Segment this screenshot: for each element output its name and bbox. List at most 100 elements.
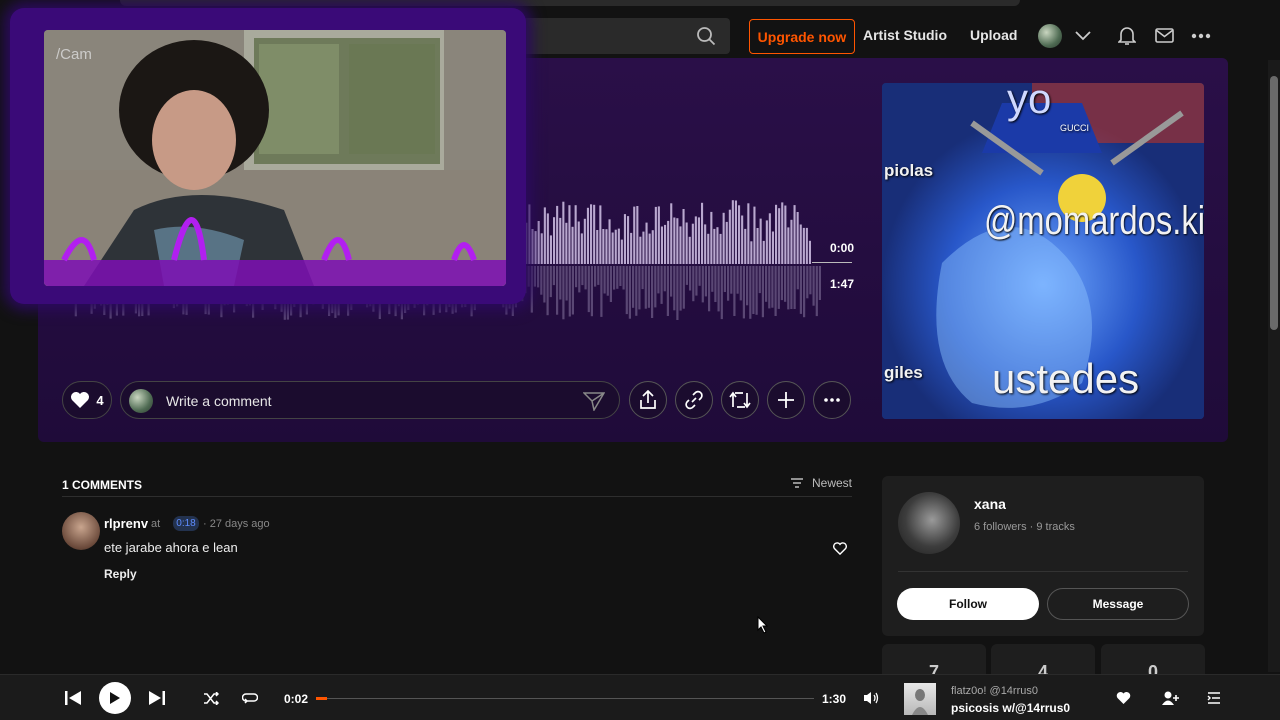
artist-avatar[interactable]: [898, 492, 960, 554]
shuffle-icon[interactable]: [203, 692, 219, 705]
waveform-bar: [725, 221, 728, 264]
share-button[interactable]: [629, 381, 667, 419]
comment-input[interactable]: Write a comment: [120, 381, 620, 419]
waveform-bar: [704, 266, 707, 297]
waveform-bar: [670, 203, 673, 264]
follow-button[interactable]: Follow: [897, 588, 1039, 620]
duration-label: 1:47: [830, 277, 855, 291]
waveform-bar: [765, 220, 768, 264]
waveform-bar: [603, 266, 606, 294]
next-icon[interactable]: [148, 690, 166, 706]
heart-icon[interactable]: [833, 542, 847, 555]
waveform-bar: [771, 266, 774, 308]
sort-dropdown[interactable]: Newest: [790, 476, 852, 490]
waveform-bar: [632, 266, 635, 308]
reply-button[interactable]: Reply: [104, 567, 137, 581]
waveform-bar: [759, 218, 762, 264]
waveform-bar: [599, 205, 602, 264]
waveform-bar: [565, 266, 568, 301]
artist-studio-link[interactable]: Artist Studio: [863, 27, 947, 43]
waveform-bar: [602, 229, 605, 264]
previous-icon[interactable]: [64, 690, 82, 706]
player-progress-track[interactable]: [316, 697, 814, 700]
waveform-bar: [697, 217, 700, 264]
commenter-username[interactable]: rlprenv: [104, 516, 148, 531]
waveform-bar: [701, 266, 704, 303]
waveform-bar: [682, 266, 685, 309]
waveform-bar: [614, 229, 617, 264]
waveform-bar: [613, 266, 616, 290]
send-icon[interactable]: [583, 391, 605, 411]
like-button[interactable]: 4: [62, 381, 112, 419]
more-actions-button[interactable]: [813, 381, 851, 419]
copy-link-button[interactable]: [675, 381, 713, 419]
waveform-bar: [575, 266, 578, 288]
waveform-bar: [645, 222, 648, 264]
waveform-bar: [790, 219, 793, 264]
now-playing-artist[interactable]: flatz0o! @14rrus0: [951, 685, 1038, 697]
waveform-bar: [625, 266, 628, 315]
message-button[interactable]: Message: [1047, 588, 1189, 620]
waveform-bar: [667, 220, 670, 264]
follow-user-icon[interactable]: [1161, 690, 1179, 706]
webcam-overlay: /Cam: [10, 8, 526, 304]
webcam-video: [44, 30, 506, 286]
commenter-avatar[interactable]: [62, 512, 100, 550]
add-to-playlist-button[interactable]: [767, 381, 805, 419]
waveform-upper[interactable]: [516, 200, 816, 264]
more-icon[interactable]: [1191, 33, 1211, 39]
chevron-down-icon[interactable]: [1075, 30, 1091, 42]
play-button[interactable]: [99, 682, 131, 714]
waveform-bar: [596, 230, 599, 264]
waveform-bar: [723, 266, 726, 292]
waveform-bar: [552, 266, 555, 286]
waveform-bar: [549, 266, 552, 298]
waveform-bar: [540, 266, 543, 295]
page-scrollbar[interactable]: [1268, 60, 1280, 672]
waveform-bar: [647, 266, 650, 308]
waveform-bar: [790, 266, 793, 309]
track-artwork[interactable]: yo GUCCI piolas @momardos.kinoto giles u…: [882, 83, 1204, 419]
waveform-bar: [664, 224, 667, 264]
profile-divider: [898, 571, 1188, 572]
artist-name[interactable]: xana: [974, 496, 1006, 512]
repost-button[interactable]: [721, 381, 759, 419]
waveform-bar: [784, 266, 787, 302]
waveform-bar: [692, 266, 695, 302]
waveform-bar: [695, 266, 698, 296]
comment-timestamp-badge[interactable]: 0:18: [173, 516, 199, 531]
repeat-icon[interactable]: [242, 692, 258, 705]
waveform-bar: [787, 266, 790, 310]
search-icon[interactable]: [696, 26, 716, 46]
waveform-bar: [597, 266, 600, 285]
volume-icon[interactable]: [863, 691, 879, 705]
now-playing-artwork[interactable]: [904, 683, 936, 715]
waveform-bar: [799, 266, 802, 314]
artwork-word-piolas: piolas: [884, 161, 934, 180]
waveform-bar: [578, 266, 581, 293]
waveform-bar: [531, 229, 534, 264]
waveform-bar: [808, 240, 811, 264]
user-avatar[interactable]: [1038, 24, 1062, 48]
mail-icon[interactable]: [1155, 28, 1174, 43]
waveform-bar: [708, 266, 711, 312]
share-icon: [640, 390, 656, 409]
waveform-bar: [593, 204, 596, 264]
player-progress-fill: [316, 697, 327, 700]
waveform-bar: [768, 213, 771, 264]
waveform-bar: [577, 221, 580, 264]
bell-icon[interactable]: [1118, 26, 1136, 46]
waveform-bar: [682, 209, 685, 264]
waveform-bar: [590, 204, 593, 264]
waveform-bar: [657, 266, 660, 294]
heart-icon[interactable]: [1116, 691, 1131, 705]
waveform-bar: [701, 202, 704, 264]
now-playing-title[interactable]: psicosis w/@14rrus0: [951, 701, 1070, 715]
upgrade-now-button[interactable]: Upgrade now: [749, 19, 855, 54]
scrollbar-thumb[interactable]: [1270, 76, 1278, 330]
queue-icon[interactable]: [1207, 691, 1221, 705]
upload-link[interactable]: Upload: [970, 27, 1017, 43]
waveform-bar: [673, 266, 676, 311]
waveform-bar: [605, 229, 608, 264]
waveform-bar: [806, 266, 809, 299]
